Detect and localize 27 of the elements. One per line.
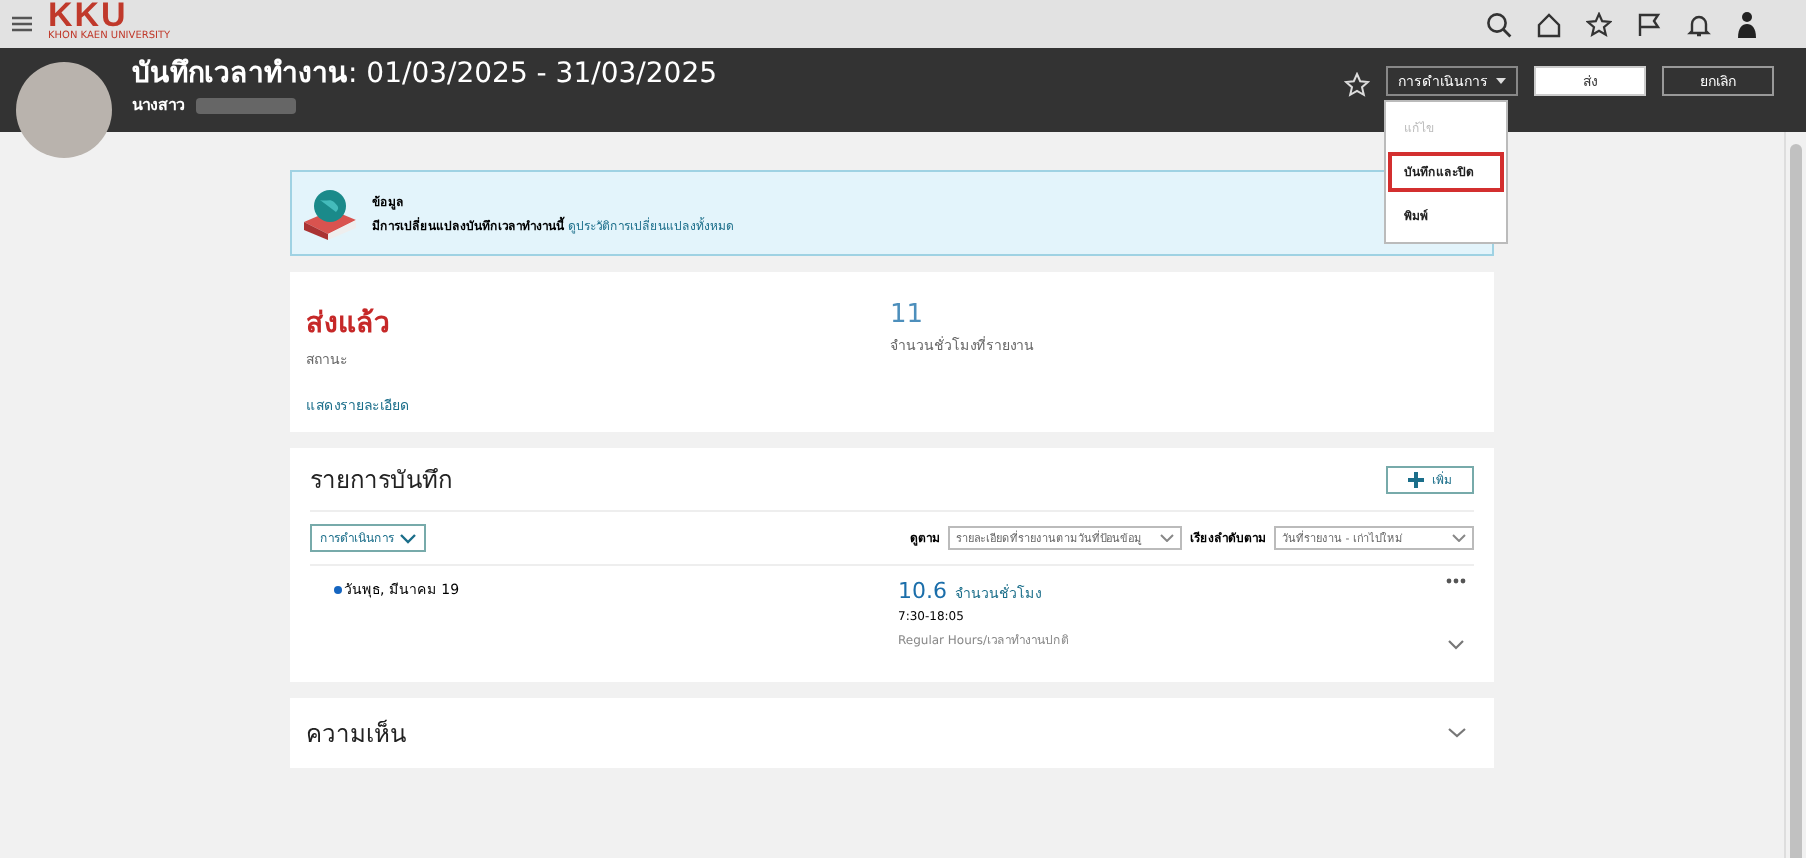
section-title: ความเห็น	[306, 717, 406, 752]
search-icon[interactable]	[1486, 11, 1512, 37]
page-title: บันทึกเวลาทำงาน: 01/03/2025 - 31/03/2025	[132, 58, 718, 92]
person-prefix: นางสาว	[132, 94, 184, 118]
menu-icon[interactable]	[12, 16, 32, 32]
entry-hours: 10.6	[898, 578, 947, 604]
caret-icon	[1496, 78, 1506, 84]
chevron-down-icon	[400, 533, 416, 543]
plus-icon	[1408, 471, 1424, 487]
chevron-down-icon[interactable]	[1448, 640, 1464, 650]
flag-icon[interactable]	[1636, 11, 1662, 37]
chevron-down-icon	[1452, 534, 1466, 542]
star-icon[interactable]	[1586, 11, 1612, 37]
redacted-name	[196, 98, 296, 114]
scrollbar[interactable]	[1784, 132, 1806, 858]
chevron-down-icon[interactable]	[1448, 728, 1466, 738]
section-title: รายการบันทึก	[310, 464, 452, 498]
avatar	[16, 62, 112, 158]
bell-icon[interactable]	[1686, 11, 1712, 37]
user-icon[interactable]	[1736, 10, 1758, 38]
hours-value: 11	[890, 300, 926, 330]
more-icon[interactable]	[1446, 578, 1466, 584]
chevron-down-icon	[1160, 534, 1174, 542]
home-icon[interactable]	[1536, 11, 1562, 37]
status-value: ส่งแล้ว	[306, 306, 392, 344]
logo-mark: KKU	[48, 0, 128, 32]
book-globe-icon	[300, 185, 360, 241]
